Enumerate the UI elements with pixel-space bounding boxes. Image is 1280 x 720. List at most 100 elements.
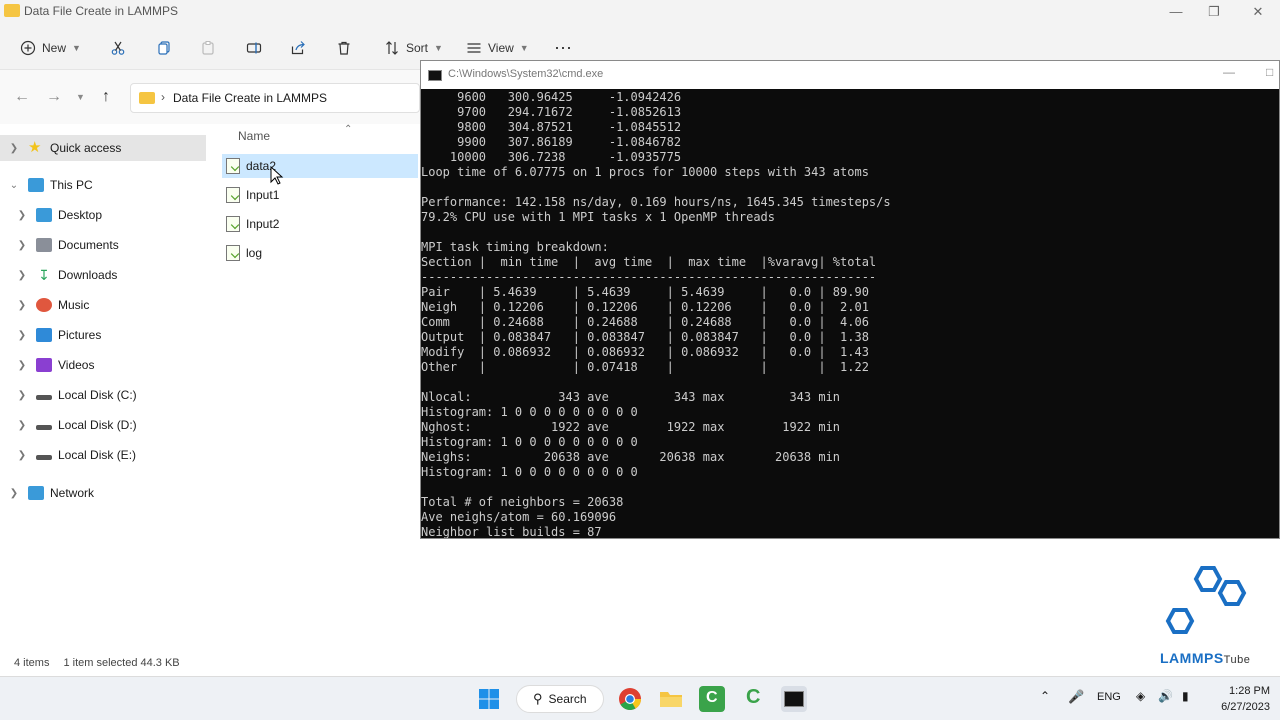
sidebar-item-videos[interactable]: ❯ Videos xyxy=(0,352,206,378)
breadcrumb-chevron-icon: › xyxy=(161,90,165,104)
chevron-right-icon: ❯ xyxy=(17,209,27,221)
sidebar-item-label: Desktop xyxy=(58,208,103,222)
chevron-down-icon: ⌄ xyxy=(9,179,19,191)
terminal-icon xyxy=(784,691,804,707)
new-button[interactable]: New ▼ xyxy=(20,36,81,60)
start-button[interactable] xyxy=(476,686,502,712)
list-item[interactable]: log xyxy=(222,241,418,265)
sidebar-item-label: Downloads xyxy=(58,268,118,282)
app-taskbar-icon[interactable]: C xyxy=(740,686,766,712)
sidebar-item-pictures[interactable]: ❯ Pictures xyxy=(0,322,206,348)
sidebar-item-desktop[interactable]: ❯ Desktop xyxy=(0,202,206,228)
sidebar-item-local-disk-d[interactable]: ❯ Local Disk (D:) xyxy=(0,412,206,438)
documents-icon xyxy=(36,238,52,252)
up-arrow-icon[interactable]: ↑ xyxy=(102,88,110,106)
c-app-icon: C xyxy=(746,686,761,708)
sidebar-item-downloads[interactable]: ❯ ↧ Downloads xyxy=(0,262,206,288)
sidebar-item-label: Network xyxy=(50,486,95,500)
sidebar-item-label: Videos xyxy=(58,358,95,372)
clock[interactable]: 1:28 PM 6/27/2023 xyxy=(1206,683,1270,715)
paste-icon xyxy=(202,41,214,55)
more-icon: ⋯ xyxy=(554,37,573,58)
folder-icon xyxy=(660,692,682,707)
file-explorer-taskbar-icon[interactable] xyxy=(658,686,684,712)
camtasia-taskbar-icon[interactable]: C xyxy=(699,686,725,712)
paste-button[interactable] xyxy=(200,36,216,60)
copy-button[interactable] xyxy=(156,36,172,60)
cmd-taskbar-icon[interactable] xyxy=(781,686,807,712)
chevron-down-icon: ▼ xyxy=(434,43,443,53)
rename-button[interactable] xyxy=(246,36,262,60)
chevron-right-icon: ❯ xyxy=(17,389,27,401)
language-indicator[interactable]: ENG xyxy=(1097,691,1121,703)
volume-icon[interactable]: 🔊 xyxy=(1158,689,1173,703)
delete-button[interactable] xyxy=(336,36,352,60)
copy-icon xyxy=(158,41,170,55)
chevron-up-icon[interactable]: ⌃ xyxy=(1040,689,1050,703)
command-prompt-window[interactable]: C:\Windows\System32\cmd.exe — □ 9600 300… xyxy=(420,60,1280,539)
file-icon xyxy=(226,245,240,261)
wifi-icon[interactable]: ◈ xyxy=(1136,689,1145,703)
new-label: New xyxy=(42,41,67,55)
sidebar-item-label: Documents xyxy=(58,238,119,252)
drive-icon xyxy=(36,454,52,460)
chevron-right-icon: ❯ xyxy=(9,487,19,499)
cmd-title-bar: C:\Windows\System32\cmd.exe — □ xyxy=(421,61,1279,89)
more-options-button[interactable]: ⋯ xyxy=(554,36,573,60)
hexagon-logo-icon xyxy=(1165,566,1247,634)
back-arrow-icon[interactable]: ← xyxy=(14,88,30,106)
navigation-pane: ❯ ★ Quick access ⌄ This PC ❯ Desktop ❯ D… xyxy=(0,124,210,654)
title-bar: Data File Create in LAMMPS — ❐ ✕ xyxy=(0,0,1280,26)
cut-button[interactable] xyxy=(110,36,126,60)
sidebar-item-label: Local Disk (D:) xyxy=(58,418,137,432)
sidebar-item-label: Quick access xyxy=(50,141,122,155)
videos-icon xyxy=(36,358,52,372)
lammps-tube-logo: LAMMPSTube xyxy=(1158,566,1268,670)
chevron-right-icon: ❯ xyxy=(17,239,27,251)
battery-icon[interactable]: ▮ xyxy=(1182,689,1189,703)
list-item[interactable]: Input1 xyxy=(222,183,418,207)
sidebar-item-quick-access[interactable]: ❯ ★ Quick access xyxy=(0,135,206,161)
breadcrumb-path: Data File Create in LAMMPS xyxy=(173,91,328,105)
file-list: Name ⌃ data2 Input1 Input2 log xyxy=(222,124,422,324)
maximize-button[interactable]: ❐ xyxy=(1202,4,1226,20)
sort-button[interactable]: Sort ▼ xyxy=(384,36,443,60)
rename-icon xyxy=(246,42,262,54)
file-icon xyxy=(226,187,240,203)
chevron-right-icon: ❯ xyxy=(9,142,19,154)
chevron-right-icon: ❯ xyxy=(17,359,27,371)
terminal-output-area[interactable]: 9600 300.96425 -1.0942426 9700 294.71672… xyxy=(421,90,1279,538)
view-icon xyxy=(467,43,481,53)
forward-arrow-icon[interactable]: → xyxy=(46,88,62,106)
drive-icon xyxy=(36,424,52,430)
sidebar-item-label: Local Disk (E:) xyxy=(58,448,137,462)
microphone-icon[interactable]: 🎤 xyxy=(1068,689,1084,705)
cmd-minimize-button[interactable]: — xyxy=(1223,65,1235,79)
sidebar-item-local-disk-e[interactable]: ❯ Local Disk (E:) xyxy=(0,442,206,468)
sidebar-item-music[interactable]: ❯ Music xyxy=(0,292,206,318)
share-button[interactable] xyxy=(290,36,306,60)
view-button[interactable]: View ▼ xyxy=(466,36,529,60)
scissors-icon xyxy=(111,41,125,55)
list-item[interactable]: Input2 xyxy=(222,212,418,236)
list-item[interactable]: data2 xyxy=(222,154,418,178)
folder-icon xyxy=(4,4,20,17)
address-bar[interactable]: › Data File Create in LAMMPS xyxy=(130,83,420,113)
recent-chevron-icon[interactable]: ▼ xyxy=(76,92,85,102)
taskbar-search-button[interactable]: ⚲ Search xyxy=(516,685,604,713)
sidebar-item-network[interactable]: ❯ Network xyxy=(0,480,206,506)
minimize-button[interactable]: — xyxy=(1164,4,1188,19)
trash-icon xyxy=(338,41,350,55)
cmd-maximize-button[interactable]: □ xyxy=(1266,65,1273,79)
search-icon: ⚲ xyxy=(533,691,543,706)
plus-icon xyxy=(20,40,36,56)
close-button[interactable]: ✕ xyxy=(1246,4,1270,20)
column-header-name[interactable]: Name xyxy=(238,129,270,143)
chrome-taskbar-icon[interactable] xyxy=(617,686,643,712)
sort-ascending-icon: ⌃ xyxy=(344,124,353,135)
sidebar-item-local-disk-c[interactable]: ❯ Local Disk (C:) xyxy=(0,382,206,408)
sort-icon xyxy=(386,41,398,55)
sidebar-item-this-pc[interactable]: ⌄ This PC xyxy=(0,172,206,198)
status-bar: 4 items 1 item selected 44.3 KB xyxy=(14,657,180,669)
sidebar-item-documents[interactable]: ❯ Documents xyxy=(0,232,206,258)
